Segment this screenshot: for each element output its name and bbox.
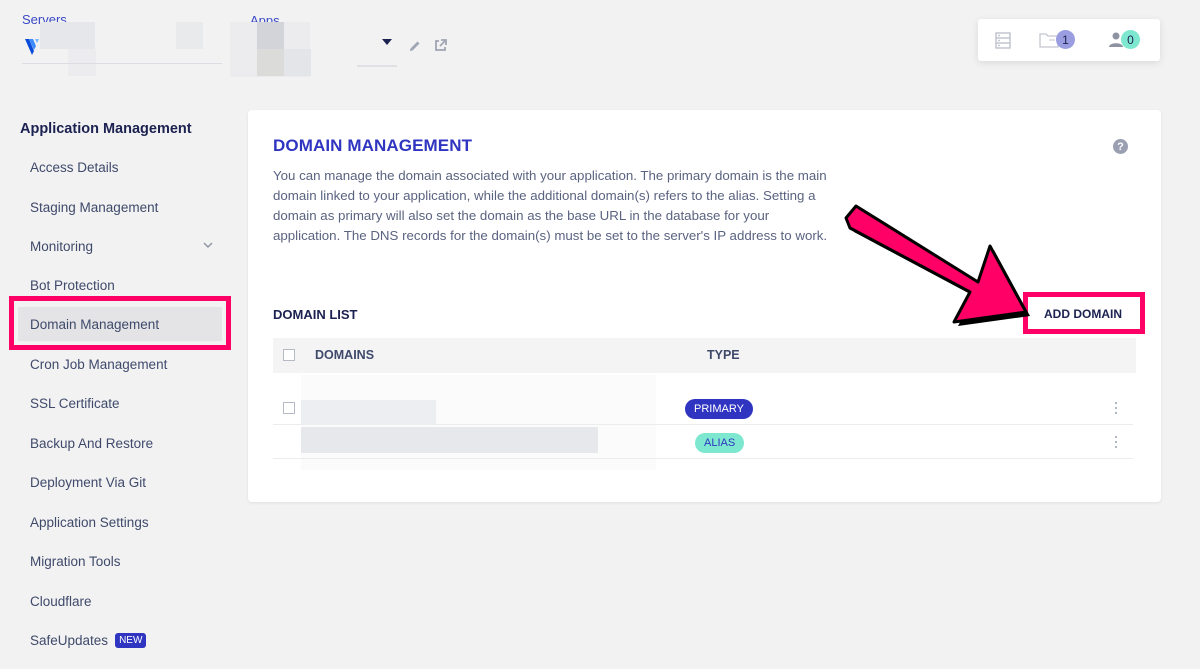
sidebar-item-label: Bot Protection <box>30 277 115 293</box>
servers-status[interactable] <box>995 32 1011 49</box>
type-badge-primary: PRIMARY <box>685 399 753 419</box>
pencil-icon[interactable] <box>408 39 422 53</box>
server-stack-icon <box>995 32 1011 49</box>
redacted-block <box>257 49 284 76</box>
apps-count-badge: 1 <box>1056 30 1075 49</box>
sidebar-item-label: Access Details <box>30 159 119 175</box>
page-description: You can manage the domain associated wit… <box>273 168 828 243</box>
status-panel: 1 0 <box>978 19 1160 61</box>
caret-down-icon[interactable] <box>382 39 392 45</box>
redacted-block <box>284 49 311 76</box>
sidebar-item-backup-and-restore[interactable]: Backup And Restore <box>18 426 222 460</box>
sidebar-item-cron-job-management[interactable]: Cron Job Management <box>18 347 222 381</box>
select-all-checkbox[interactable] <box>283 349 295 361</box>
sidebar-item-label: Monitoring <box>30 238 94 254</box>
sidebar-item-label: Deployment Via Git <box>30 474 147 490</box>
column-header-domains[interactable]: DOMAINS <box>315 348 374 362</box>
app-underline <box>357 65 397 67</box>
sidebar-item-label: SSL Certificate <box>30 395 120 411</box>
users-count-badge: 0 <box>1121 30 1140 49</box>
sidebar-item-migration-tools[interactable]: Migration Tools <box>18 544 222 578</box>
sidebar-item-application-settings[interactable]: Application Settings <box>18 505 222 539</box>
sidebar-item-label: Application Settings <box>30 514 149 530</box>
external-link-icon[interactable] <box>433 38 448 53</box>
server-selector[interactable] <box>40 22 95 49</box>
sidebar-item-label: Cron Job Management <box>30 356 168 372</box>
table-row[interactable]: ALIAS <box>273 425 1133 459</box>
sidebar-item-label: Domain Management <box>30 316 160 332</box>
row-checkbox[interactable] <box>283 402 295 414</box>
apps-status[interactable]: 1 <box>1039 30 1075 49</box>
sidebar-item-label: Backup And Restore <box>30 435 154 451</box>
users-status[interactable]: 0 <box>1108 30 1140 49</box>
table-row[interactable]: PRIMARY <box>273 391 1133 425</box>
new-badge: NEW <box>115 632 147 648</box>
table-header: DOMAINS TYPE <box>273 338 1136 373</box>
redacted-block <box>257 22 284 49</box>
domain-list-title: DOMAIN LIST <box>273 307 358 322</box>
sidebar-item-label: Staging Management <box>30 199 159 215</box>
sidebar-item-staging-management[interactable]: Staging Management <box>18 190 222 224</box>
sidebar-item-label: Cloudflare <box>30 593 92 609</box>
help-icon[interactable]: ? <box>1113 139 1128 154</box>
server-underline <box>22 63 222 64</box>
sidebar-item-domain-management[interactable]: Domain Management <box>18 307 222 341</box>
sidebar-item-ssl-certificate[interactable]: SSL Certificate <box>18 386 222 420</box>
row-menu-icon[interactable] <box>1113 402 1119 414</box>
chevron-down-icon[interactable] <box>202 239 214 251</box>
row-menu-icon[interactable] <box>1113 436 1119 448</box>
add-domain-button[interactable]: ADD DOMAIN <box>1029 298 1137 330</box>
sidebar-item-cloudflare[interactable]: Cloudflare <box>18 584 222 618</box>
domain-name[interactable] <box>301 400 436 425</box>
sidebar-item-monitoring[interactable]: Monitoring <box>18 229 222 263</box>
sidebar-item-deployment-via-git[interactable]: Deployment Via Git <box>18 465 222 499</box>
sidebar-heading: Application Management <box>20 121 192 137</box>
type-badge-alias: ALIAS <box>695 433 745 453</box>
sidebar-item-label: SafeUpdates <box>30 632 109 648</box>
redacted-block <box>176 22 203 49</box>
column-header-type[interactable]: TYPE <box>707 348 740 362</box>
domain-management-card: DOMAIN MANAGEMENT ? You can manage the d… <box>248 110 1161 502</box>
sidebar-item-label: Migration Tools <box>30 553 121 569</box>
sidebar-item-bot-protection[interactable]: Bot Protection <box>18 268 222 302</box>
domain-name[interactable] <box>301 427 598 453</box>
page-title: DOMAIN MANAGEMENT <box>273 136 473 155</box>
sidebar-item-safeupdates[interactable]: SafeUpdates NEW <box>18 623 222 657</box>
sidebar-item-access-details[interactable]: Access Details <box>18 150 222 184</box>
